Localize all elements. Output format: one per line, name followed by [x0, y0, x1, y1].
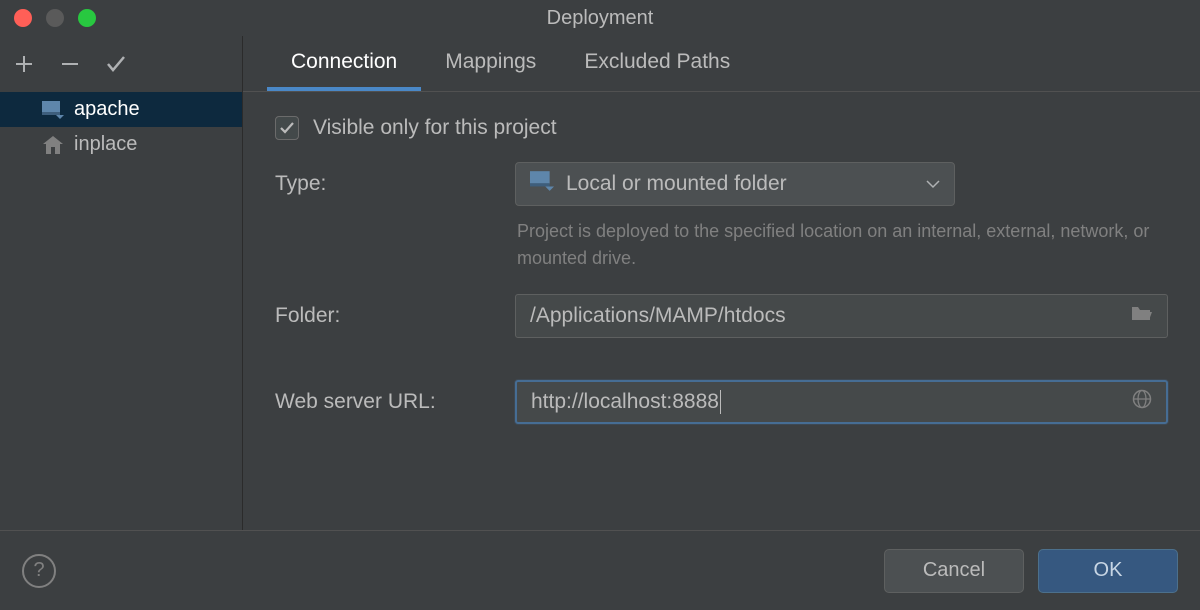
plus-icon — [12, 52, 36, 76]
checkmark-icon — [279, 120, 295, 136]
sidebar-item-label: inplace — [74, 133, 137, 156]
cancel-button[interactable]: Cancel — [884, 549, 1024, 593]
sidebar-item-label: apache — [74, 98, 140, 121]
tab-bar: Connection Mappings Excluded Paths — [243, 36, 1200, 92]
traffic-lights — [0, 9, 96, 27]
type-row: Type: Local or mounted folder Project is… — [275, 162, 1168, 272]
dialog-footer: ? Cancel OK — [0, 530, 1200, 610]
server-web-icon — [530, 171, 554, 197]
main-panel: Connection Mappings Excluded Paths Visib… — [243, 36, 1200, 530]
globe-icon[interactable] — [1132, 389, 1152, 415]
url-input[interactable]: http://localhost:8888 — [515, 380, 1168, 424]
sidebar-item-inplace[interactable]: inplace — [0, 127, 242, 162]
help-button[interactable]: ? — [22, 554, 56, 588]
connection-form: Visible only for this project Type: Loca… — [243, 92, 1200, 530]
apply-button[interactable] — [104, 52, 128, 76]
url-value: http://localhost:8888 — [531, 390, 1132, 414]
window-minimize-button[interactable] — [46, 9, 64, 27]
visible-only-row: Visible only for this project — [275, 116, 1168, 140]
folder-open-icon[interactable] — [1131, 304, 1153, 328]
text-cursor — [720, 390, 721, 414]
chevron-down-icon — [926, 173, 940, 195]
type-helper-text: Project is deployed to the specified loc… — [515, 218, 1168, 272]
sidebar-item-apache[interactable]: apache — [0, 92, 242, 127]
tab-connection[interactable]: Connection — [267, 36, 421, 91]
minus-icon — [58, 52, 82, 76]
type-value: Local or mounted folder — [566, 172, 914, 196]
type-select[interactable]: Local or mounted folder — [515, 162, 955, 206]
ok-button[interactable]: OK — [1038, 549, 1178, 593]
window-title: Deployment — [547, 7, 654, 30]
folder-row: Folder: /Applications/MAMP/htdocs — [275, 294, 1168, 338]
type-label: Type: — [275, 162, 515, 196]
visible-only-checkbox[interactable] — [275, 116, 299, 140]
window-zoom-button[interactable] — [78, 9, 96, 27]
titlebar: Deployment — [0, 0, 1200, 36]
remove-server-button[interactable] — [58, 52, 82, 76]
window-close-button[interactable] — [14, 9, 32, 27]
folder-label: Folder: — [275, 304, 515, 328]
tab-mappings[interactable]: Mappings — [421, 36, 560, 91]
visible-only-label: Visible only for this project — [313, 116, 557, 140]
folder-input[interactable]: /Applications/MAMP/htdocs — [515, 294, 1168, 338]
server-list: apache inplace — [0, 92, 242, 530]
tab-excluded-paths[interactable]: Excluded Paths — [560, 36, 754, 91]
url-row: Web server URL: http://localhost:8888 — [275, 380, 1168, 424]
content-area: apache inplace Connection Mappings Exclu… — [0, 36, 1200, 530]
home-icon — [42, 135, 64, 155]
url-label: Web server URL: — [275, 390, 515, 414]
folder-value: /Applications/MAMP/htdocs — [530, 304, 1131, 328]
sidebar-toolbar — [0, 36, 242, 92]
sidebar: apache inplace — [0, 36, 243, 530]
check-icon — [104, 52, 128, 76]
add-server-button[interactable] — [12, 52, 36, 76]
server-web-icon — [42, 100, 64, 120]
